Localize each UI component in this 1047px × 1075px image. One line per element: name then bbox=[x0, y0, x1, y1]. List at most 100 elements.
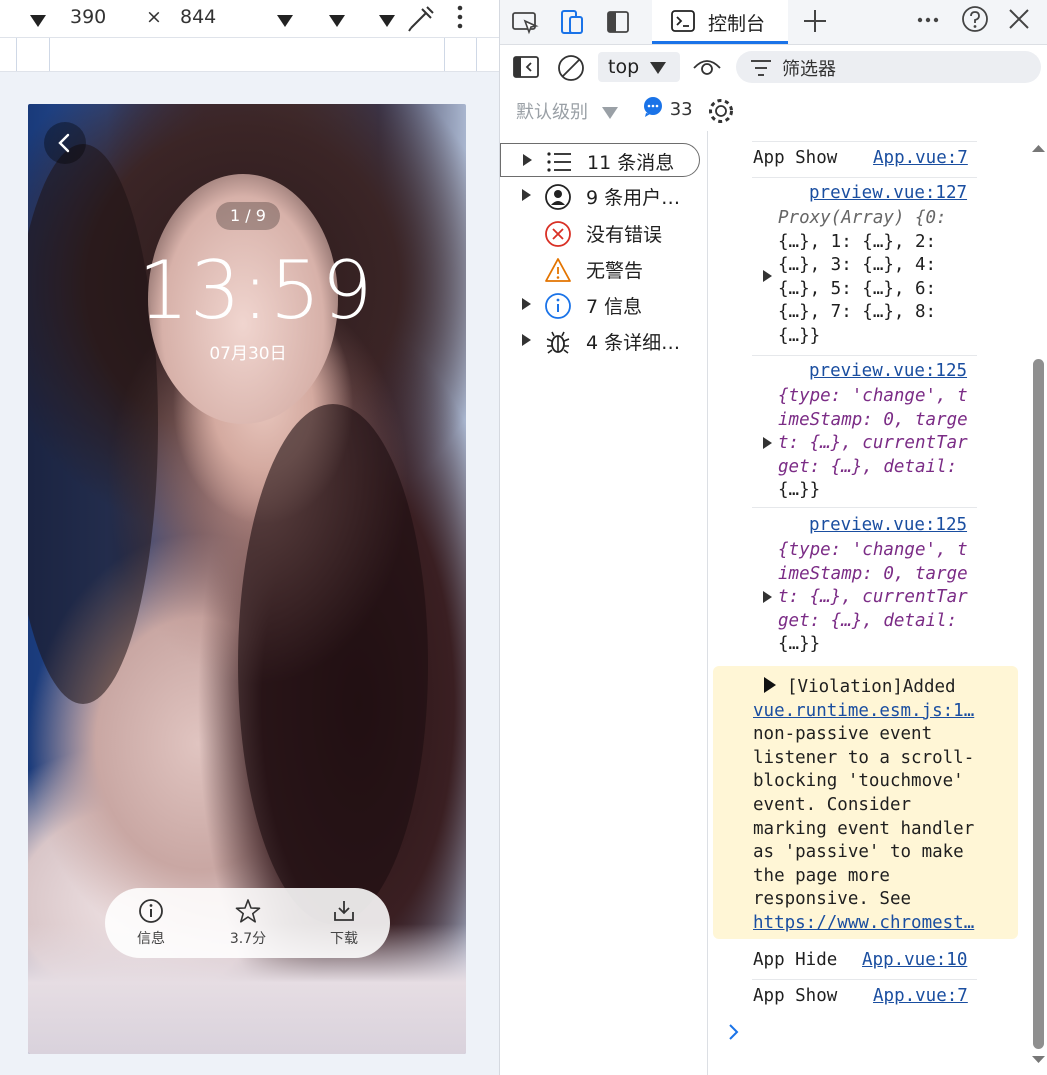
console-toolbar-secondary: 默认级别 33 bbox=[500, 90, 1047, 130]
sidebar-item-verbose[interactable]: 4 条详细… bbox=[500, 324, 700, 358]
log-text: App Hide bbox=[753, 950, 838, 970]
expand-arrow-icon[interactable] bbox=[763, 270, 772, 282]
close-devtools-icon[interactable] bbox=[1005, 5, 1033, 37]
inspect-element-icon[interactable] bbox=[510, 8, 540, 40]
console-row: App Show App.vue:7 bbox=[752, 981, 977, 1015]
expand-arrow-icon[interactable] bbox=[522, 298, 531, 310]
device-emulation-pane: 390 × 844 1 / 9 13:59 07月30日 信息 3.7分 下载 bbox=[0, 0, 499, 1075]
kebab-menu-icon[interactable] bbox=[452, 4, 468, 37]
devtools-panel: 控制台 top 筛选器 默认级别 33 11 条消息 9 条用户… 没有错误 无… bbox=[499, 0, 1047, 1075]
sidebar-item-warnings[interactable]: 无警告 bbox=[500, 252, 700, 286]
source-link[interactable]: App.vue:10 bbox=[862, 950, 967, 970]
info-label: 信息 bbox=[137, 931, 165, 947]
console-scrollbar[interactable] bbox=[1029, 131, 1047, 1075]
devtools-tab-bar: 控制台 bbox=[500, 0, 1047, 45]
zoom-dropdown-icon[interactable] bbox=[277, 10, 293, 32]
bottom-action-bar: 信息 3.7分 下载 bbox=[105, 888, 390, 958]
source-link[interactable]: preview.vue:125 bbox=[809, 361, 967, 381]
expand-arrow-icon[interactable] bbox=[523, 154, 532, 166]
source-link[interactable]: vue.runtime.esm.js:1… bbox=[753, 701, 974, 721]
device-dropdown-icon[interactable] bbox=[30, 10, 46, 32]
scroll-down-icon[interactable] bbox=[1031, 1055, 1046, 1065]
log-levels-dropdown[interactable]: 默认级别 bbox=[516, 98, 618, 124]
rating-button[interactable]: 3.7分 bbox=[208, 898, 288, 948]
tab-console[interactable]: 控制台 bbox=[652, 0, 788, 44]
violation-text: [Violation]Added vue.runtime.esm.js:1… n… bbox=[753, 677, 975, 933]
console-icon bbox=[671, 10, 695, 32]
error-icon bbox=[545, 221, 571, 247]
source-link[interactable]: preview.vue:127 bbox=[809, 183, 967, 203]
download-button[interactable]: 下载 bbox=[304, 898, 384, 948]
more-tools-icon[interactable] bbox=[915, 6, 941, 38]
proxy-array-object[interactable]: Proxy(Array) {0: {…}, 1: {…}, 2: {…}, 3:… bbox=[778, 207, 978, 349]
bug-icon bbox=[546, 331, 570, 354]
live-expression-eye-icon[interactable] bbox=[692, 54, 722, 84]
console-prompt-icon[interactable] bbox=[726, 1021, 742, 1043]
height-value[interactable]: 844 bbox=[180, 6, 216, 28]
phone-screen: 1 / 9 13:59 07月30日 信息 3.7分 下载 bbox=[28, 104, 466, 1054]
filter-input[interactable]: 筛选器 bbox=[736, 51, 1041, 83]
expand-arrow-icon[interactable] bbox=[522, 189, 531, 201]
list-icon bbox=[547, 152, 571, 172]
sensor-icon[interactable] bbox=[406, 4, 436, 37]
warning-icon bbox=[545, 258, 571, 282]
device-toggle-icon[interactable] bbox=[556, 8, 586, 40]
sidebar-item-user-messages[interactable]: 9 条用户… bbox=[500, 179, 700, 213]
filter-placeholder: 筛选器 bbox=[782, 59, 836, 80]
context-dropdown-icon bbox=[650, 62, 666, 74]
star-icon bbox=[235, 899, 261, 923]
chevron-left-icon bbox=[58, 133, 70, 153]
info-icon bbox=[545, 293, 571, 319]
wallpaper-hair-right bbox=[238, 404, 428, 924]
scroll-up-icon[interactable] bbox=[1031, 143, 1046, 153]
console-sidebar: 11 条消息 9 条用户… 没有错误 无警告 7 信息 4 条详细… bbox=[500, 131, 708, 1075]
add-tab-icon[interactable] bbox=[800, 6, 830, 40]
rating-label: 3.7分 bbox=[229, 931, 267, 947]
sidebar-item-label: 无警告 bbox=[586, 260, 644, 282]
sidebar-item-label: 7 信息 bbox=[586, 296, 643, 318]
lock-clock: 13:59 bbox=[138, 244, 374, 337]
help-icon[interactable] bbox=[960, 4, 990, 38]
sidebar-item-errors[interactable]: 没有错误 bbox=[500, 216, 700, 250]
console-messages: App Show App.vue:7 preview.vue:127 Proxy… bbox=[708, 131, 1028, 1075]
violation-message: [Violation]Added vue.runtime.esm.js:1… n… bbox=[713, 666, 1018, 939]
change-event-object[interactable]: {type: 'change', t imeStamp: 0, targe t:… bbox=[778, 385, 978, 503]
dock-side-icon[interactable] bbox=[604, 8, 634, 40]
lock-date: 07月30日 bbox=[209, 344, 287, 364]
change-event-object[interactable]: {type: 'change', t imeStamp: 0, targe t:… bbox=[778, 539, 978, 657]
back-button[interactable] bbox=[44, 122, 86, 164]
settings-gear-icon[interactable] bbox=[706, 96, 736, 130]
expand-arrow-icon[interactable] bbox=[763, 437, 772, 449]
sidebar-item-label: 4 条详细… bbox=[586, 332, 681, 354]
clear-console-icon[interactable] bbox=[556, 53, 586, 87]
source-link[interactable]: App.vue:7 bbox=[873, 986, 968, 1006]
sidebar-item-label: 没有错误 bbox=[586, 224, 663, 246]
issues-counter[interactable]: 33 bbox=[642, 96, 693, 120]
throttle-dropdown-icon[interactable] bbox=[329, 10, 345, 32]
info-icon bbox=[139, 899, 163, 923]
log-text: App Show bbox=[753, 986, 838, 1006]
message-bubble-icon bbox=[644, 97, 662, 117]
more-dropdown-icon[interactable] bbox=[379, 10, 395, 32]
expand-arrow-icon[interactable] bbox=[763, 591, 772, 603]
sidebar-item-messages[interactable]: 11 条消息 bbox=[500, 143, 700, 177]
levels-dropdown-icon bbox=[601, 107, 618, 119]
sidebar-item-label: 9 条用户… bbox=[586, 187, 681, 209]
width-value[interactable]: 390 bbox=[70, 6, 106, 28]
download-icon bbox=[334, 901, 354, 921]
sidebar-toggle-icon[interactable] bbox=[512, 54, 542, 84]
context-selector[interactable]: top bbox=[598, 52, 680, 82]
media-query-ruler[interactable] bbox=[0, 38, 499, 72]
source-link[interactable]: preview.vue:125 bbox=[809, 515, 967, 535]
docs-link[interactable]: https://www.chromest… bbox=[753, 913, 974, 933]
scrollbar-thumb[interactable] bbox=[1033, 359, 1044, 1049]
console-row: App Hide App.vue:10 bbox=[752, 945, 977, 980]
download-label: 下载 bbox=[330, 931, 358, 947]
info-button[interactable]: 信息 bbox=[111, 898, 191, 948]
wallpaper-hair-left bbox=[28, 144, 158, 704]
console-row: App Show App.vue:7 bbox=[752, 143, 977, 178]
source-link[interactable]: App.vue:7 bbox=[873, 148, 968, 168]
sidebar-item-label: 11 条消息 bbox=[587, 152, 675, 174]
sidebar-item-info[interactable]: 7 信息 bbox=[500, 288, 700, 322]
expand-arrow-icon[interactable] bbox=[522, 334, 531, 346]
